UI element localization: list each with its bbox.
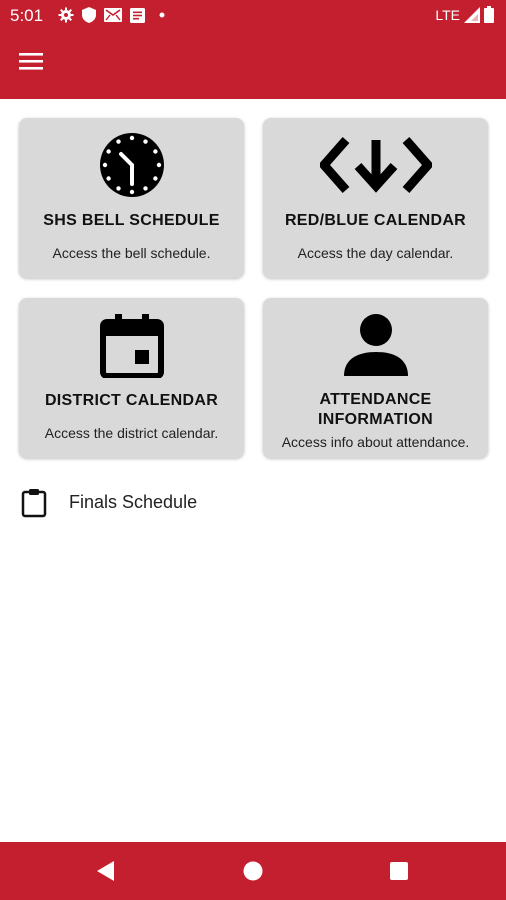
mail-icon bbox=[104, 8, 122, 22]
card-title: ATTENDANCE INFORMATION bbox=[263, 390, 488, 430]
card-district-calendar[interactable]: DISTRICT CALENDAR Access the district ca… bbox=[19, 298, 244, 458]
signal-icon bbox=[464, 6, 480, 23]
clipboard-icon bbox=[21, 489, 47, 518]
system-nav-bar bbox=[0, 842, 506, 900]
home-icon[interactable] bbox=[243, 861, 263, 881]
dot-icon bbox=[159, 12, 165, 18]
card-attendance-information[interactable]: ATTENDANCE INFORMATION Access info about… bbox=[263, 298, 488, 458]
card-subtitle: Access info about attendance. bbox=[281, 434, 470, 450]
document-icon bbox=[130, 7, 145, 23]
card-red-blue-calendar[interactable]: RED/BLUE CALENDAR Access the day calenda… bbox=[263, 118, 488, 278]
calendar-icon bbox=[99, 314, 164, 378]
card-subtitle: Access the district calendar. bbox=[44, 425, 219, 441]
menu-button[interactable] bbox=[18, 50, 50, 78]
list-item-label: Finals Schedule bbox=[69, 492, 198, 512]
card-bell-schedule[interactable]: SHS BELL SCHEDULE Access the bell schedu… bbox=[19, 118, 244, 278]
status-bar: 5:01 LTE bbox=[0, 0, 506, 30]
shield-icon bbox=[82, 7, 96, 23]
network-type: LTE bbox=[435, 6, 460, 23]
card-subtitle: Access the day calendar. bbox=[297, 245, 454, 261]
list-item-finals-schedule[interactable]: Finals Schedule bbox=[0, 480, 506, 526]
hamburger-menu-icon bbox=[19, 53, 43, 70]
clock-icon bbox=[99, 133, 164, 197]
card-subtitle: Access the bell schedule. bbox=[52, 245, 211, 261]
back-icon[interactable] bbox=[96, 860, 116, 882]
card-title: SHS BELL SCHEDULE bbox=[43, 212, 220, 229]
card-title-line: INFORMATION bbox=[318, 411, 433, 428]
app-bar bbox=[0, 30, 506, 99]
swap-arrows-icon bbox=[319, 137, 432, 193]
card-title: RED/BLUE CALENDAR bbox=[284, 212, 467, 229]
recents-icon[interactable] bbox=[390, 862, 408, 880]
person-icon bbox=[343, 314, 408, 376]
card-title-line: ATTENDANCE bbox=[319, 391, 432, 408]
card-title: DISTRICT CALENDAR bbox=[44, 392, 219, 409]
battery-icon bbox=[484, 6, 494, 23]
gear-icon bbox=[58, 7, 74, 23]
status-time: 5:01 bbox=[10, 6, 44, 25]
